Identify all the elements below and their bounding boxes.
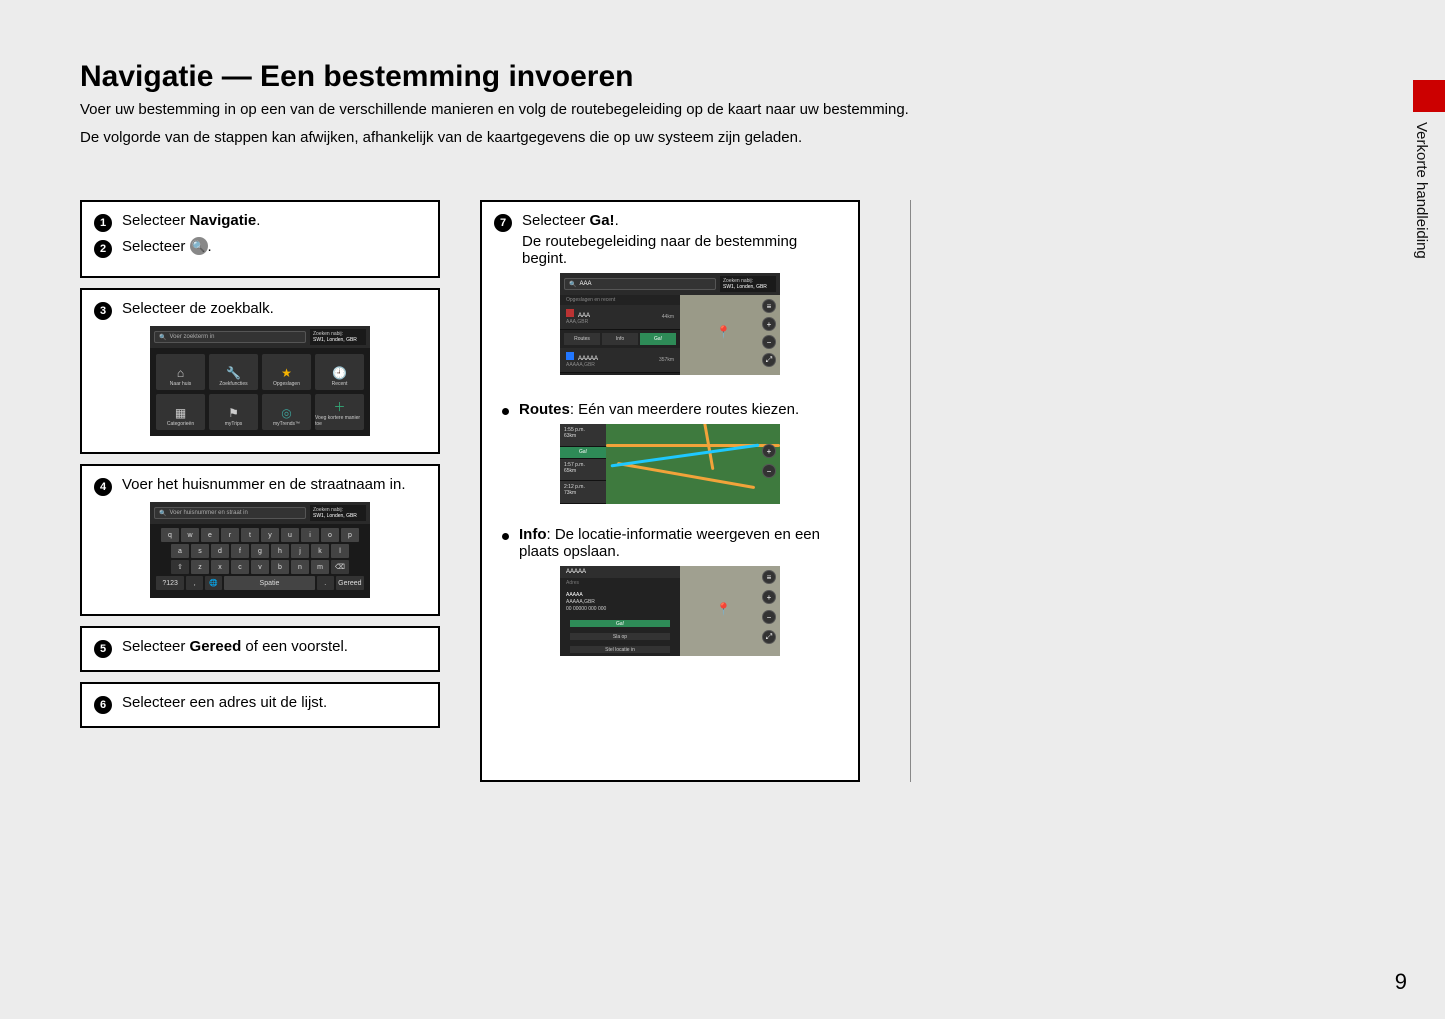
expand-icon: ⤢ — [762, 630, 776, 644]
page-number: 9 — [1395, 969, 1407, 995]
step-7: 7 Selecteer Ga!. De routebegeleiding naa… — [494, 212, 846, 267]
step5-bold: Gereed — [190, 638, 242, 655]
screenshot-keyboard: 🔍 Voer huisnummer en straat in Zoeken na… — [150, 502, 370, 598]
step-badge-4: 4 — [94, 478, 112, 496]
left-column: 1 Selecteer Navigatie. 2 Selecteer 🔍. 3 … — [80, 200, 440, 782]
step7-bold: Ga! — [590, 212, 615, 229]
map-pin-icon: 📍 — [716, 602, 731, 616]
side-tab-label: Verkorte handleiding — [1413, 112, 1430, 259]
page-title: Navigatie — Een bestemming invoeren — [80, 60, 1385, 94]
tile-home: ⌂Naar huis — [156, 354, 205, 390]
step6-text: Selecteer een adres uit de lijst. — [122, 694, 426, 711]
step-badge-6: 6 — [94, 696, 112, 714]
map-layers-icon: ≡ — [762, 570, 776, 584]
step-3-box: 3 Selecteer de zoekbalk. 🔍 Voer zoekterm… — [80, 288, 440, 454]
tile-tools: 🔧Zoekfuncties — [209, 354, 258, 390]
zoom-out-icon: − — [762, 335, 776, 349]
step-4-box: 4 Voer het huisnummer en de straatnaam i… — [80, 464, 440, 616]
step-5-box: 5 Selecteer Gereed of een voorstel. — [80, 626, 440, 672]
tile-shortcut: ＋Voeg kortere manier toe — [315, 394, 364, 430]
step7-pre: Selecteer — [522, 212, 590, 229]
page-content: Navigatie — Een bestemming invoeren Voer… — [80, 60, 1385, 979]
expand-icon: ⤢ — [762, 353, 776, 367]
step1-post: . — [256, 212, 260, 229]
step-badge-1: 1 — [94, 214, 112, 232]
step-2: 2 Selecteer 🔍. — [94, 238, 426, 258]
searchbar: 🔍 Voer zoekterm in — [154, 331, 306, 343]
zoom-in-icon: + — [762, 590, 776, 604]
intro-line-2: De volgorde van de stappen kan afwijken,… — [80, 126, 1385, 150]
bullet-info: Info: De locatie-informatie weergeven en… — [502, 526, 846, 560]
kb-searchbar: 🔍 Voer huisnummer en straat in — [154, 507, 306, 519]
step7-post: . — [615, 212, 619, 229]
tile-categories: ▦Categorieën — [156, 394, 205, 430]
tile-mytrends: ◎myTrends™ — [262, 394, 311, 430]
step2-pre: Selecteer — [122, 238, 190, 255]
step1-pre: Selecteer — [122, 212, 190, 229]
tile-mytrips: ⚑myTrips — [209, 394, 258, 430]
step7-line2: De routebegeleiding naar de bestemming b… — [522, 233, 846, 267]
screenshot-go: 🔍 AAA Zoeken nabij: SW1, Londen, GBR Opg… — [560, 273, 780, 375]
step3-text: Selecteer de zoekbalk. — [122, 300, 426, 317]
screenshot-info: AAAAA Adres AAAAA AAAAA,GBR 00 00000 000… — [560, 566, 780, 656]
zoom-in-icon: + — [762, 317, 776, 331]
screenshot-search: 🔍 Voer zoekterm in Zoeken nabij: SW1, Lo… — [150, 326, 370, 436]
map-layers-icon: ≡ — [762, 299, 776, 313]
tile-saved: ★Opgeslagen — [262, 354, 311, 390]
step-badge-2: 2 — [94, 240, 112, 258]
search-icon: 🔍 — [190, 237, 208, 255]
steps-1-2-box: 1 Selecteer Navigatie. 2 Selecteer 🔍. — [80, 200, 440, 278]
step-6: 6 Selecteer een adres uit de lijst. — [94, 694, 426, 714]
step-6-box: 6 Selecteer een adres uit de lijst. — [80, 682, 440, 728]
step5-post: of een voorstel. — [241, 638, 348, 655]
step-1: 1 Selecteer Navigatie. — [94, 212, 426, 232]
side-tab-marker — [1413, 80, 1445, 112]
step1-bold: Navigatie — [190, 212, 257, 229]
tile-recent: 🕘Recent — [315, 354, 364, 390]
step5-pre: Selecteer — [122, 638, 190, 655]
step-badge-7: 7 — [494, 214, 512, 232]
right-column: 7 Selecteer Ga!. De routebegeleiding naa… — [480, 200, 860, 782]
column-divider — [910, 200, 911, 782]
zoom-out-icon: − — [762, 610, 776, 624]
step-7-box: 7 Selecteer Ga!. De routebegeleiding naa… — [480, 200, 860, 782]
intro-line-1: Voer uw bestemming in op een van de vers… — [80, 98, 1385, 122]
step4-text: Voer het huisnummer en de straatnaam in. — [122, 476, 426, 493]
side-tab: Verkorte handleiding — [1413, 80, 1445, 259]
bullet-routes: Routes: Eén van meerdere routes kiezen. — [502, 401, 846, 418]
step-5: 5 Selecteer Gereed of een voorstel. — [94, 638, 426, 658]
step2-post: . — [208, 238, 212, 255]
map-pin-icon: 📍 — [716, 325, 731, 339]
step-4: 4 Voer het huisnummer en de straatnaam i… — [94, 476, 426, 496]
zoom-out-icon: − — [762, 464, 776, 478]
screenshot-routes: 1:55 p.m.63km Ga! 1:57 p.m.65km 2:12 p.m… — [560, 424, 780, 504]
zoom-in-icon: + — [762, 444, 776, 458]
step-badge-5: 5 — [94, 640, 112, 658]
step-badge-3: 3 — [94, 302, 112, 320]
step-3: 3 Selecteer de zoekbalk. — [94, 300, 426, 320]
